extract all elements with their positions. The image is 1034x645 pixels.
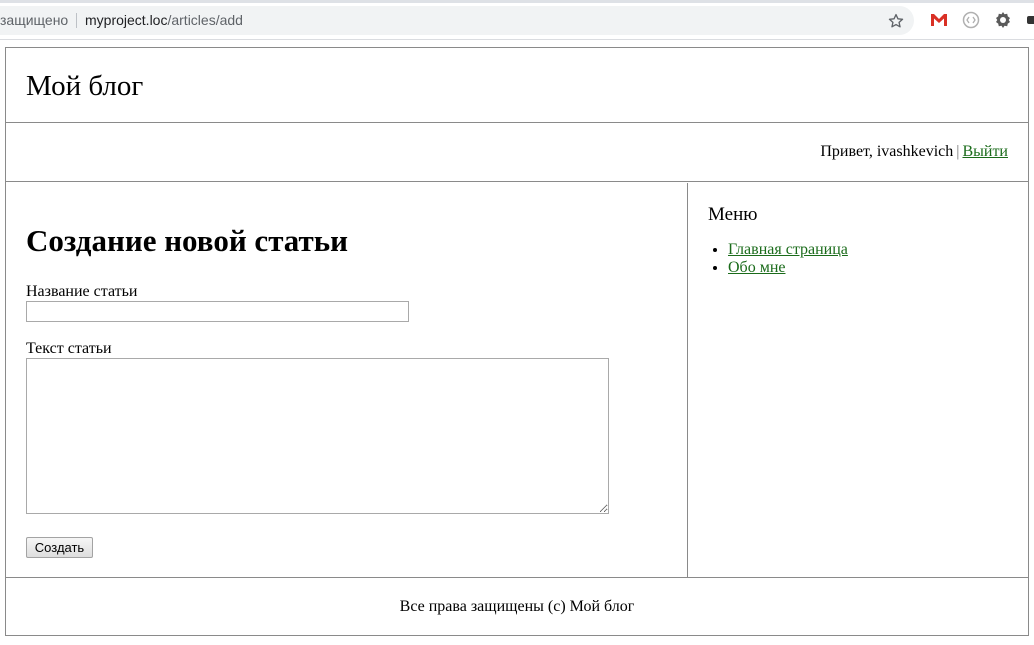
site-footer: Все права защищены (с) Мой блог [6, 577, 1028, 635]
site-title: Мой блог [26, 70, 144, 102]
logout-link[interactable]: Выйти [962, 143, 1008, 160]
browser-toolbar: защищено myproject.loc/articles/add [0, 0, 1034, 40]
menu-item-about: Обо мне [728, 259, 848, 277]
article-title-label: Название статьи [26, 283, 138, 300]
tab-strip-edge [0, 0, 1034, 3]
extension-icon[interactable] [961, 10, 981, 30]
address-separator [76, 13, 77, 28]
url-text[interactable]: myproject.loc/articles/add [85, 6, 243, 35]
gmail-icon[interactable] [929, 10, 949, 30]
blog-page: Мой блог Привет, ivashkevich | Выйти Созда… [5, 47, 1029, 636]
overflow-icon[interactable] [1024, 10, 1034, 30]
sidebar-menu: Главная страница Обо мне [708, 241, 848, 277]
page-heading: Создание новой статьи [26, 223, 348, 258]
sidebar-heading: Меню [708, 204, 758, 225]
url-host: myproject.loc [85, 12, 168, 28]
sidebar: Меню Главная страница Обо мне [689, 183, 1028, 577]
article-text-label: Текст статьи [26, 340, 112, 357]
article-text-input[interactable] [26, 358, 609, 514]
greeting-text: Привет, ivashkevich [820, 143, 954, 160]
user-info: Привет, ivashkevich | Выйти [820, 143, 1008, 161]
security-indicator[interactable]: защищено [0, 6, 68, 35]
settings-icon[interactable] [993, 10, 1013, 30]
footer-text: Все права защищены (с) Мой блог [399, 598, 635, 615]
home-link[interactable]: Главная страница [728, 241, 848, 258]
site-header: Мой блог [6, 48, 1028, 123]
about-link[interactable]: Обо мне [728, 259, 785, 276]
create-button[interactable]: Создать [26, 537, 93, 558]
url-path: /articles/add [167, 12, 243, 28]
user-bar-separator: | [956, 143, 960, 160]
main-content: Создание новой статьи Название статьи Те… [6, 183, 688, 577]
star-icon[interactable] [887, 11, 905, 29]
user-bar: Привет, ivashkevich | Выйти [6, 123, 1028, 182]
address-bar[interactable]: защищено myproject.loc/articles/add [0, 6, 914, 35]
article-title-input[interactable] [26, 301, 409, 322]
menu-item-home: Главная страница [728, 241, 848, 259]
